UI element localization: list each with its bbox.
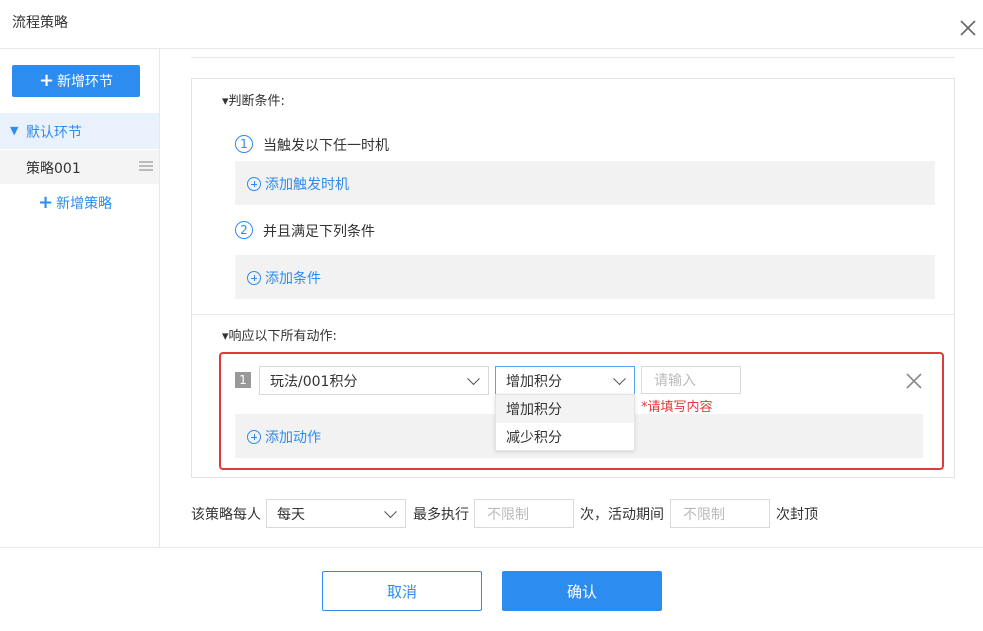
- add-trigger-button[interactable]: 添加触发时机: [247, 174, 349, 194]
- add-trigger-label: 添加触发时机: [265, 177, 349, 193]
- stage-label: 默认环节: [26, 125, 82, 141]
- plus-icon: +: [38, 70, 55, 91]
- sidebar-item-default-stage[interactable]: ▼ 默认环节: [0, 113, 159, 149]
- add-policy-button[interactable]: + 新增策略: [38, 193, 112, 213]
- sidebar-item-policy[interactable]: 策略001: [0, 150, 159, 184]
- section-divider: [192, 314, 954, 315]
- max-exec-input[interactable]: 不限制: [474, 499, 574, 528]
- chevron-down-icon: [467, 371, 480, 385]
- remove-action-icon[interactable]: [904, 371, 924, 391]
- add-condition-label: 添加条件: [265, 271, 321, 287]
- conditions-section-title[interactable]: ▾判断条件:: [222, 90, 285, 109]
- operation-dropdown-menu: 增加积分 减少积分: [495, 394, 635, 451]
- drag-handle-icon[interactable]: [139, 161, 153, 171]
- max-exec-placeholder: 不限制: [487, 506, 529, 523]
- action-target-value: 玩法/001积分: [270, 373, 358, 390]
- footer-divider: [0, 547, 983, 548]
- add-action-label: 添加动作: [265, 430, 321, 446]
- action-operation-value: 增加积分: [506, 373, 562, 390]
- plus-circle-icon: [247, 430, 261, 444]
- cap-input[interactable]: 不限制: [670, 499, 770, 528]
- limit-prefix: 该策略每人: [191, 507, 261, 523]
- action-index-badge: 1: [235, 372, 251, 388]
- cancel-button[interactable]: 取消: [322, 571, 482, 611]
- add-condition-button[interactable]: 添加条件: [247, 268, 321, 288]
- add-action-button[interactable]: 添加动作: [247, 427, 321, 447]
- step-2-badge: 2: [235, 221, 253, 239]
- dropdown-option-decrease[interactable]: 减少积分: [496, 423, 634, 451]
- period-select[interactable]: 每天: [266, 499, 406, 528]
- max-exec-label: 最多执行: [413, 507, 469, 523]
- caret-down-icon: ▼: [10, 124, 19, 137]
- action-operation-select[interactable]: 增加积分: [495, 366, 635, 395]
- limit-middle-text: 次，活动期间: [580, 507, 664, 523]
- actions-section-title[interactable]: ▾响应以下所有动作:: [222, 325, 337, 344]
- add-stage-button[interactable]: + 新增环节: [12, 65, 140, 97]
- chevron-down-icon: [613, 371, 626, 385]
- content-top-divider: [191, 57, 955, 58]
- chevron-down-icon: [384, 504, 397, 518]
- action-value-placeholder: 请输入: [654, 373, 696, 389]
- plus-icon: +: [38, 192, 54, 213]
- condition-area: [235, 255, 935, 299]
- action-value-input[interactable]: 请输入: [641, 366, 741, 394]
- close-icon[interactable]: [958, 18, 978, 38]
- dialog-title: 流程策略: [12, 15, 68, 31]
- cap-placeholder: 不限制: [683, 506, 725, 523]
- limit-suffix: 次封顶: [776, 507, 818, 523]
- validation-error: *请填写内容: [641, 400, 713, 415]
- add-policy-label: 新增策略: [56, 196, 113, 212]
- plus-circle-icon: [247, 271, 261, 285]
- plus-circle-icon: [247, 177, 261, 191]
- confirm-button[interactable]: 确认: [502, 571, 662, 611]
- dropdown-option-increase[interactable]: 增加积分: [496, 395, 634, 423]
- period-value: 每天: [277, 506, 305, 523]
- step-1-label: 当触发以下任一时机: [263, 138, 389, 154]
- action-target-select[interactable]: 玩法/001积分: [259, 366, 489, 395]
- add-stage-label: 新增环节: [57, 74, 114, 90]
- step-2-label: 并且满足下列条件: [263, 224, 375, 240]
- step-1-badge: 1: [235, 135, 253, 153]
- policy-label: 策略001: [26, 161, 81, 177]
